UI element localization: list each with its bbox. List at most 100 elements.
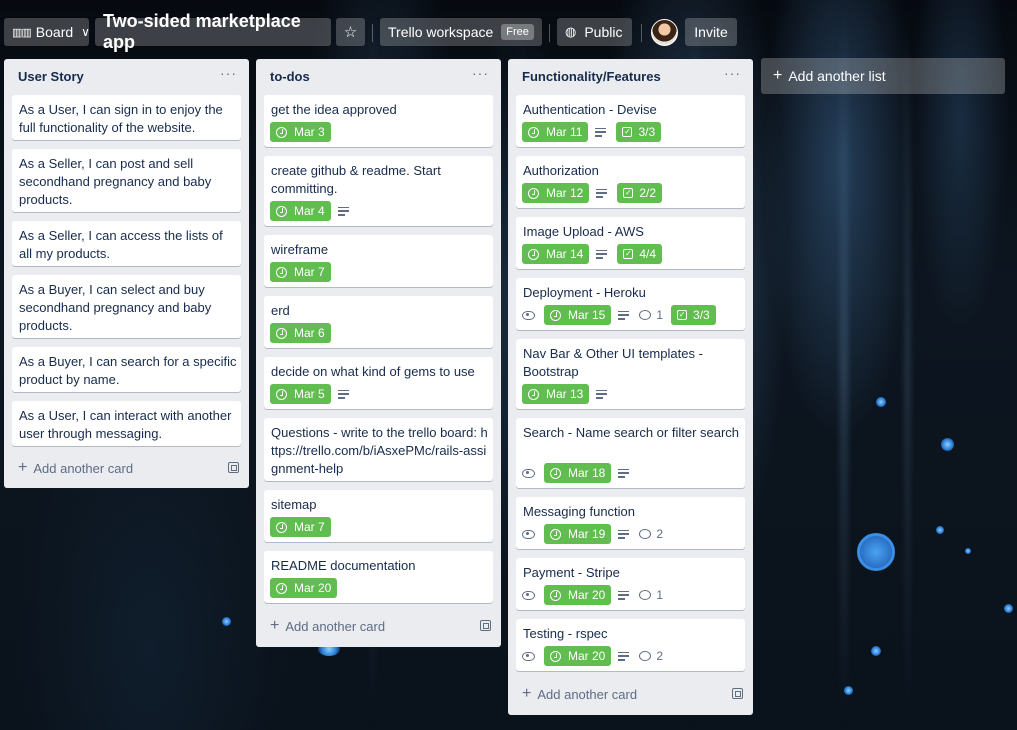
- more-icon[interactable]: ···: [472, 65, 489, 81]
- card[interactable]: erd Mar 6: [264, 296, 493, 348]
- eye-icon: [522, 651, 535, 661]
- card[interactable]: Authorization Mar 12 ✓ 2/2: [516, 156, 745, 208]
- due-date-label: Mar 19: [568, 527, 606, 541]
- add-card-button[interactable]: + Add another card: [270, 618, 385, 634]
- more-icon[interactable]: ···: [724, 65, 741, 81]
- card[interactable]: Authentication - Devise Mar 11 ✓ 3/3: [516, 95, 745, 147]
- card[interactable]: Deployment - Heroku Mar 15 1 ✓ 3/3: [516, 278, 745, 330]
- card-title: get the idea approved: [271, 102, 397, 117]
- clock-icon: [276, 327, 287, 339]
- list-title[interactable]: to-dos: [270, 69, 310, 84]
- card[interactable]: wireframe Mar 7: [264, 235, 493, 287]
- star-board-button[interactable]: ☆: [336, 18, 365, 46]
- description-icon: [618, 590, 630, 600]
- card-template-icon[interactable]: [480, 620, 491, 631]
- due-date-badge[interactable]: Mar 7: [270, 262, 331, 282]
- comment-count: 2: [656, 527, 664, 541]
- card-title: Image Upload - AWS: [523, 224, 644, 239]
- checklist-icon: ✓: [623, 188, 634, 198]
- card[interactable]: As a Seller, I can access the lists of a…: [12, 221, 241, 266]
- card-template-icon[interactable]: [228, 462, 239, 473]
- card[interactable]: README documentation Mar 20: [264, 551, 493, 603]
- visibility-button[interactable]: ◍ Public: [557, 18, 632, 46]
- checklist-badge: ✓ 4/4: [617, 244, 663, 264]
- due-date-badge[interactable]: Mar 15: [544, 305, 612, 325]
- card[interactable]: Payment - Stripe Mar 20 1: [516, 558, 745, 610]
- due-date-badge[interactable]: Mar 20: [544, 585, 612, 605]
- due-date-badge[interactable]: Mar 14: [522, 244, 590, 264]
- due-date-badge[interactable]: Mar 20: [270, 578, 338, 598]
- plus-icon: +: [773, 67, 783, 84]
- invite-button[interactable]: Invite: [685, 18, 737, 46]
- due-date-badge[interactable]: Mar 13: [522, 384, 590, 404]
- card-title: As a Seller, I can post and sell secondh…: [19, 156, 212, 207]
- card-badges: Mar 6: [270, 323, 338, 343]
- due-date-badge[interactable]: Mar 7: [270, 517, 331, 537]
- add-card-button[interactable]: + Add another card: [522, 686, 637, 702]
- add-card-label: Add another card: [285, 618, 386, 634]
- card[interactable]: As a Seller, I can post and sell secondh…: [12, 149, 241, 212]
- due-date-badge[interactable]: Mar 19: [544, 524, 612, 544]
- checklist-count: 3/3: [693, 308, 710, 322]
- card-template-icon[interactable]: [732, 688, 743, 699]
- workspace-button[interactable]: Trello workspace Free: [380, 18, 542, 46]
- more-icon[interactable]: ···: [220, 65, 237, 81]
- due-date-badge[interactable]: Mar 4: [270, 201, 331, 221]
- clock-icon: [528, 126, 539, 138]
- card[interactable]: Nav Bar & Other UI templates - Bootstrap…: [516, 339, 745, 409]
- card-badges: Mar 12 ✓ 2/2: [522, 183, 669, 203]
- clock-icon: [550, 589, 561, 601]
- card[interactable]: As a User, I can interact with another u…: [12, 401, 241, 446]
- comment-count: 1: [656, 308, 664, 322]
- add-list-button[interactable]: + Add another list: [761, 58, 1005, 94]
- due-date-badge[interactable]: Mar 3: [270, 122, 331, 142]
- card[interactable]: sitemap Mar 7: [264, 490, 493, 542]
- comment-count: 2: [656, 649, 664, 663]
- due-date-label: Mar 3: [294, 125, 325, 139]
- add-list-label: Add another list: [788, 68, 886, 84]
- card[interactable]: As a Buyer, I can search for a specific …: [12, 347, 241, 392]
- card-title: Nav Bar & Other UI templates - Bootstrap: [523, 346, 703, 379]
- card[interactable]: As a Buyer, I can select and buy secondh…: [12, 275, 241, 338]
- card-badges: Mar 3: [270, 122, 338, 142]
- card[interactable]: get the idea approved Mar 3: [264, 95, 493, 147]
- board-icon: ▥▥: [12, 26, 32, 39]
- list-title[interactable]: Functionality/Features: [522, 69, 661, 84]
- list-title[interactable]: User Story: [18, 69, 84, 84]
- clock-icon: [528, 187, 539, 199]
- card[interactable]: Search - Name search or filter search Ma…: [516, 418, 745, 488]
- due-date-badge[interactable]: Mar 5: [270, 384, 331, 404]
- description-icon: [618, 468, 630, 478]
- card[interactable]: Questions - write to the trello board: h…: [264, 418, 493, 481]
- board-title[interactable]: Two-sided marketplace app: [95, 11, 331, 52]
- member-avatar[interactable]: [651, 19, 678, 46]
- header-divider: [641, 24, 642, 42]
- card-title: As a User, I can interact with another u…: [19, 408, 232, 441]
- card[interactable]: create github & readme. Start committing…: [264, 156, 493, 226]
- card[interactable]: Image Upload - AWS Mar 14 ✓ 4/4: [516, 217, 745, 269]
- due-date-badge[interactable]: Mar 12: [522, 183, 590, 203]
- card[interactable]: Messaging function Mar 19 2: [516, 497, 745, 549]
- due-date-badge[interactable]: Mar 18: [544, 463, 612, 483]
- comment-icon: [639, 590, 652, 600]
- due-date-badge[interactable]: Mar 6: [270, 323, 331, 343]
- board-view-switcher[interactable]: ▥▥ Board ∨: [4, 18, 90, 46]
- card-title: README documentation: [271, 558, 416, 573]
- due-date-badge[interactable]: Mar 11: [522, 122, 589, 142]
- card-title: Messaging function: [523, 504, 636, 519]
- add-card-button[interactable]: + Add another card: [18, 460, 133, 476]
- chevron-down-icon: ∨: [81, 25, 90, 39]
- card[interactable]: As a User, I can sign in to enjoy the fu…: [12, 95, 241, 140]
- board-header: ▥▥ Board ∨ Two-sided marketplace app ☆ T…: [0, 11, 1017, 52]
- visibility-label: Public: [584, 24, 623, 40]
- card[interactable]: decide on what kind of gems to use Mar 5: [264, 357, 493, 409]
- description-icon: [337, 389, 349, 399]
- due-date-badge[interactable]: Mar 20: [544, 646, 612, 666]
- clock-icon: [276, 521, 287, 533]
- plus-icon: +: [522, 685, 532, 702]
- clock-icon: [528, 388, 539, 400]
- eye-icon: [522, 310, 535, 320]
- clock-icon: [276, 582, 287, 594]
- card[interactable]: Testing - rspec Mar 20 2: [516, 619, 745, 671]
- header-divider: [549, 24, 550, 42]
